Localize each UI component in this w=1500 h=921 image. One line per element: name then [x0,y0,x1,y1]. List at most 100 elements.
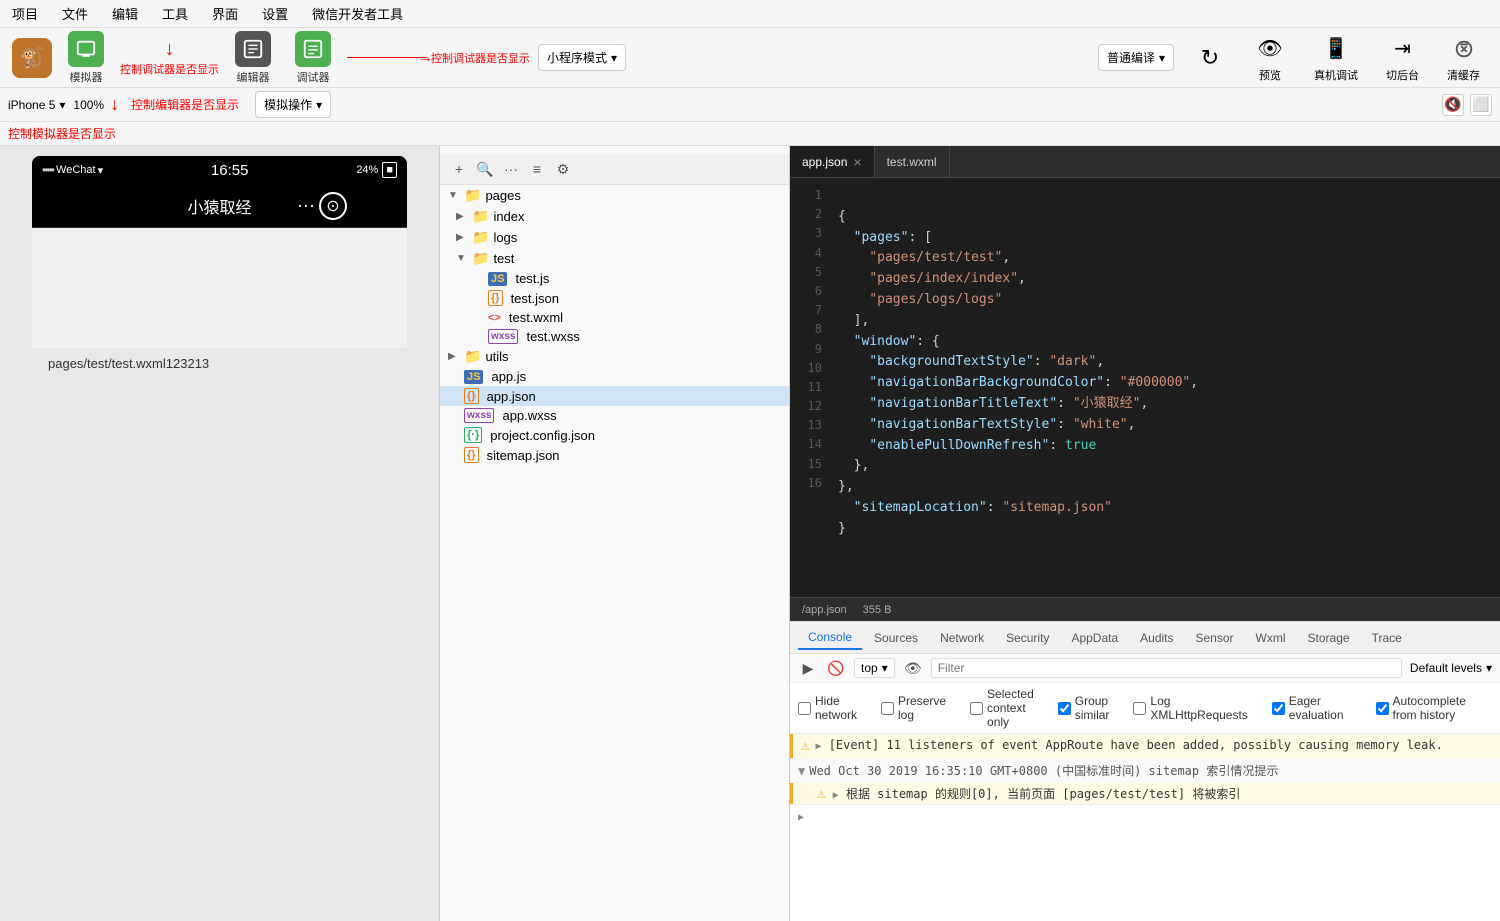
code-footer: /app.json 355 B [790,597,1500,621]
collapse-all-button[interactable]: ≡ [526,158,548,180]
tree-item-test-js[interactable]: ▶ JS test.js [440,269,789,288]
tree-item-logs[interactable]: ▶ 📁 logs [440,227,789,248]
close-tab-app-json[interactable]: × [853,154,861,170]
tree-item-sitemap[interactable]: ▶ {} sitemap.json [440,445,789,465]
real-device-button[interactable]: 📱 真机调试 [1306,29,1366,87]
eye-button[interactable]: 👁 [903,658,923,678]
log-xml-option[interactable]: Log XMLHttpRequests [1133,694,1247,722]
right-area: app.json × test.wxml 12345 678910 111213… [790,146,1500,921]
debug-content: ⚠ ▶ [Event] 11 listeners of event AppRou… [790,734,1500,921]
debug-tab-security[interactable]: Security [996,627,1059,649]
menu-tools[interactable]: 工具 [158,2,192,25]
tree-item-project-config[interactable]: ▶ {·} project.config.json [440,425,789,445]
simulator-panel: ••••• WeChat ▾ 16:55 24% ■ 小猿取经 ··· ⊙ [0,146,440,921]
tree-item-test-wxss[interactable]: ▶ wxss test.wxss [440,327,789,346]
menu-project[interactable]: 项目 [8,2,42,25]
file-path-text: pages/test/test.wxml123213 [32,348,407,379]
simulator-annotation: ↓ 控制调试器是否显示 [120,38,219,77]
settings-tree-button[interactable]: ⚙ [552,158,574,180]
annotation-bar: 控制模拟器是否显示 [0,122,1500,146]
device-bar: iPhone 5 ▾ 100% ↓ 控制编辑器是否显示 模拟操作 ▾ 🔇 ⬜ [0,88,1500,122]
search-file-button[interactable]: 🔍 [474,158,496,180]
simulator-button[interactable]: 模拟器 [60,27,112,89]
debug-options: Hide network Preserve log Selected conte… [790,683,1500,734]
autocomplete-option[interactable]: Autocomplete from history [1376,694,1492,722]
debug-tab-appdata[interactable]: AppData [1061,627,1128,649]
phone-nav-bar: 小猿取经 ··· ⊙ [32,184,407,228]
main-area: ••••• WeChat ▾ 16:55 24% ■ 小猿取经 ··· ⊙ [0,146,1500,921]
device-select[interactable]: iPhone 5 ▾ [8,98,65,112]
zoom-select[interactable]: 100% ↓ [73,94,119,115]
warning-text: ▶ [Event] 11 listeners of event AppRoute… [815,738,1442,752]
editor-button[interactable]: 编辑器 [227,27,279,89]
toggle-sidebar-button[interactable]: ▶ [798,658,818,678]
tree-item-app-json[interactable]: ▶ {} app.json [440,386,789,406]
rotate-button[interactable]: 🔇 [1442,94,1464,116]
preserve-log-option[interactable]: Preserve log [881,687,946,729]
fullscreen-button[interactable]: ⬜ [1470,94,1492,116]
app-mode-select[interactable]: 小程序模式 ▾ [538,44,626,71]
console-expand-arrow[interactable]: ▶ [790,805,1500,827]
toolbar: 🐒 模拟器 ↓ 控制调试器是否显示 编辑器 [0,28,1500,88]
tree-item-test[interactable]: ▼ 📁 test [440,248,789,269]
debugger-button[interactable]: 调试器 [287,27,339,89]
console-info-sitemap: ▼ Wed Oct 30 2019 16:35:10 GMT+0800 (中国标… [790,758,1500,805]
debug-tab-network[interactable]: Network [930,627,994,649]
eager-eval-option[interactable]: Eager evaluation [1272,694,1352,722]
simulate-ops-button[interactable]: 模拟操作 ▾ [255,91,331,118]
debug-tab-sources[interactable]: Sources [864,627,928,649]
filter-input[interactable] [931,658,1402,678]
hide-network-option[interactable]: Hide network [798,687,857,729]
tree-item-test-json[interactable]: ▶ {} test.json [440,288,789,308]
tree-item-pages[interactable]: ▼ 📁 pages [440,185,789,206]
mode-annotation: → 控制调试器是否显示 [347,50,530,66]
tab-app-json[interactable]: app.json × [790,146,875,177]
debug-tab-wxml[interactable]: Wxml [1246,627,1296,649]
code-editor-area: app.json × test.wxml 12345 678910 111213… [790,146,1500,621]
add-file-button[interactable]: + [448,158,470,180]
tree-item-app-js[interactable]: ▶ JS app.js [440,367,789,386]
debug-tab-sensor[interactable]: Sensor [1186,627,1244,649]
debug-tab-storage[interactable]: Storage [1298,627,1360,649]
group-similar-option[interactable]: Group similar [1058,687,1110,729]
clear-cache-button[interactable]: 清缓存 [1439,29,1488,87]
code-tabs: app.json × test.wxml [790,146,1500,178]
code-editor: 12345 678910 1112131415 16 { "pages": [ … [790,178,1500,597]
debug-tab-console[interactable]: Console [798,626,862,650]
phone-status-bar: ••••• WeChat ▾ 16:55 24% ■ [32,156,407,184]
tree-item-test-wxml[interactable]: ▶ <> test.wxml [440,308,789,327]
tree-item-index[interactable]: ▶ 📁 index [440,206,789,227]
debug-area: Console Sources Network Security AppData… [790,621,1500,921]
menu-file[interactable]: 文件 [58,2,92,25]
debug-tab-trace[interactable]: Trace [1362,627,1412,649]
tree-item-app-wxss[interactable]: ▶ wxss app.wxss [440,406,789,425]
menu-edit[interactable]: 编辑 [108,2,142,25]
menu-settings[interactable]: 设置 [258,2,292,25]
more-options-button[interactable]: ··· [500,158,522,180]
preview-button[interactable]: 👁 预览 [1246,29,1294,87]
tree-item-utils[interactable]: ▶ 📁 utils [440,346,789,367]
debug-tabs: Console Sources Network Security AppData… [790,622,1500,654]
options-right: Log XMLHttpRequests Eager evaluation Aut… [1133,694,1492,722]
phone-content [32,228,407,348]
clear-console-button[interactable]: 🚫 [826,658,846,678]
selected-context-option[interactable]: Selected context only [970,687,1034,729]
top-select[interactable]: top ▾ [854,658,895,678]
nav-more: ··· ⊙ [297,192,347,220]
debug-tab-audits[interactable]: Audits [1130,627,1183,649]
console-warning-approute: ⚠ ▶ [Event] 11 listeners of event AppRou… [790,734,1500,758]
console-sub-sitemap: ⚠ ▶ 根据 sitemap 的规则[0], 当前页面 [pages/test/… [790,783,1500,804]
tab-test-wxml[interactable]: test.wxml [875,146,950,177]
menu-wechat-devtools[interactable]: 微信开发者工具 [308,2,407,25]
file-tree-header: + 🔍 ··· ≡ ⚙ [440,154,789,185]
refresh-button[interactable]: ↻ [1186,38,1234,78]
device-controls: 🔇 ⬜ [1442,94,1492,116]
compile-select[interactable]: 普通编译 ▾ [1098,44,1174,71]
app-logo[interactable]: 🐒 [12,38,52,78]
file-tree-panel: + 🔍 ··· ≡ ⚙ ▼ 📁 pages ▶ 📁 index ▶ 📁 logs… [440,146,790,921]
code-content[interactable]: { "pages": [ "pages/test/test", "pages/i… [830,178,1500,597]
toolbar-right: 普通编译 ▾ ↻ 👁 预览 📱 真机调试 ⇥ 切后台 [1098,29,1488,87]
levels-select[interactable]: Default levels ▾ [1410,661,1492,675]
menu-interface[interactable]: 界面 [208,2,242,25]
cut-backend-button[interactable]: ⇥ 切后台 [1378,29,1427,87]
